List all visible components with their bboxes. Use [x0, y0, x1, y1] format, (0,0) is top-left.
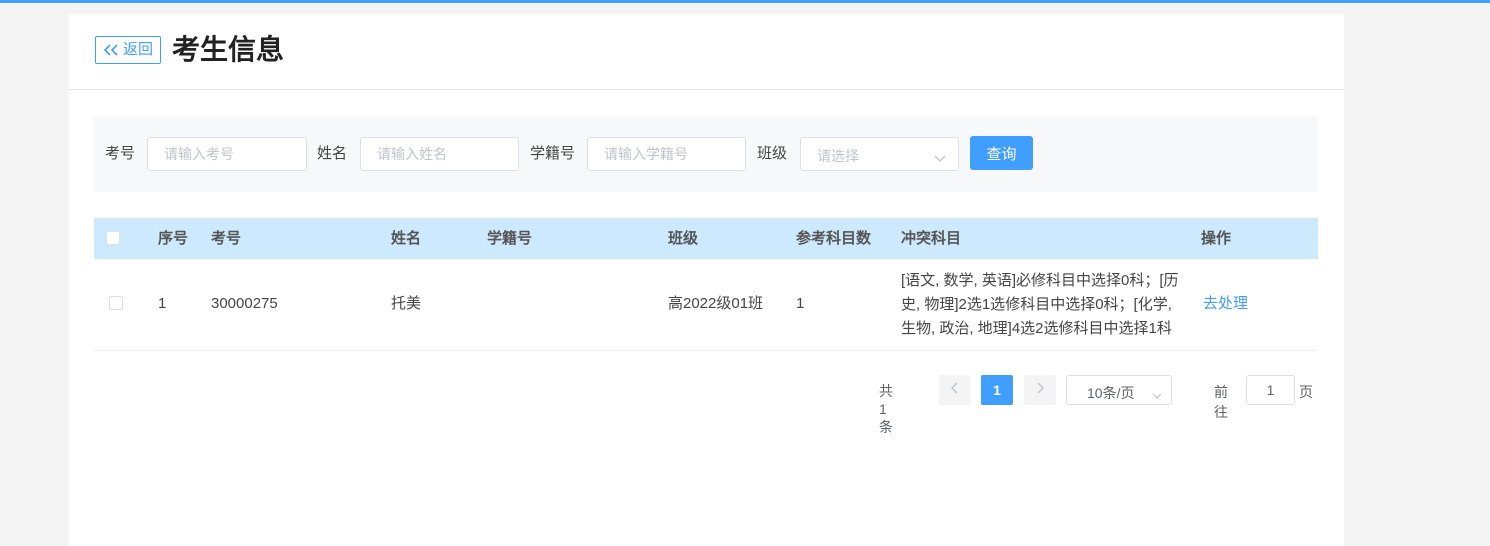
next-page-button[interactable] — [1024, 375, 1056, 405]
chevron-down-icon — [1152, 387, 1162, 405]
pagination-total: 共 1 条 — [879, 383, 893, 435]
exam-no-input[interactable] — [147, 137, 307, 171]
col-exam-no: 考号 — [211, 230, 242, 247]
col-student-id: 学籍号 — [487, 230, 533, 247]
filter-bar: 考号 姓名 学籍号 班级 请选择 查询 — [94, 116, 1318, 192]
main-card: 返回 考生信息 考号 姓名 学籍号 班级 请选择 查询 序号 考号 姓名 学籍号… — [69, 14, 1344, 546]
row-exam-no: 30000275 — [211, 295, 278, 312]
chevron-left-icon — [951, 381, 959, 399]
top-accent-bar — [0, 0, 1490, 3]
page-size-select[interactable]: 10条/页 — [1066, 375, 1172, 405]
double-chevron-left-icon — [103, 44, 119, 56]
row-name: 托美 — [391, 295, 422, 312]
goto-page-input[interactable] — [1246, 375, 1295, 405]
row-conflict: [语文, 数学, 英语]必修科目中选择0科；[历史, 物理]2选1选修科目中选择… — [901, 272, 1179, 337]
student-id-input[interactable] — [587, 137, 746, 171]
name-label: 姓名 — [317, 145, 348, 162]
row-checkbox[interactable] — [109, 296, 123, 310]
col-action: 操作 — [1201, 230, 1232, 247]
col-subject-count: 参考科目数 — [796, 230, 872, 247]
page-number-current[interactable]: 1 — [981, 375, 1013, 405]
col-name: 姓名 — [391, 230, 422, 247]
row-subject-count: 1 — [796, 295, 805, 312]
row-class: 高2022级01班 — [668, 295, 764, 312]
class-select-placeholder: 请选择 — [817, 148, 859, 164]
process-link[interactable]: 去处理 — [1203, 294, 1248, 314]
page-suffix-label: 页 — [1299, 384, 1313, 400]
class-label: 班级 — [757, 145, 788, 162]
chevron-right-icon — [1036, 381, 1044, 399]
chevron-down-icon — [934, 150, 946, 168]
back-button-label: 返回 — [122, 41, 153, 58]
prev-page-button[interactable] — [939, 375, 971, 405]
page-title: 考生信息 — [172, 34, 285, 65]
page-header: 返回 考生信息 — [69, 14, 1344, 90]
back-button[interactable]: 返回 — [95, 36, 161, 64]
student-id-label: 学籍号 — [530, 145, 576, 162]
exam-no-label: 考号 — [105, 145, 136, 162]
table-row: 1 30000275 托美 高2022级01班 1 [语文, 数学, 英语]必修… — [94, 259, 1318, 351]
select-all-checkbox[interactable] — [106, 231, 120, 245]
col-conflict: 冲突科目 — [901, 230, 962, 247]
query-button[interactable]: 查询 — [970, 136, 1033, 170]
class-select[interactable]: 请选择 — [800, 137, 959, 171]
page-size-value: 10条/页 — [1087, 385, 1135, 401]
row-index: 1 — [158, 295, 167, 312]
table-header: 序号 考号 姓名 学籍号 班级 参考科目数 冲突科目 操作 — [94, 218, 1318, 259]
col-class: 班级 — [668, 230, 699, 247]
name-input[interactable] — [360, 137, 519, 171]
goto-label: 前往 — [1214, 384, 1228, 420]
col-index: 序号 — [158, 230, 189, 247]
